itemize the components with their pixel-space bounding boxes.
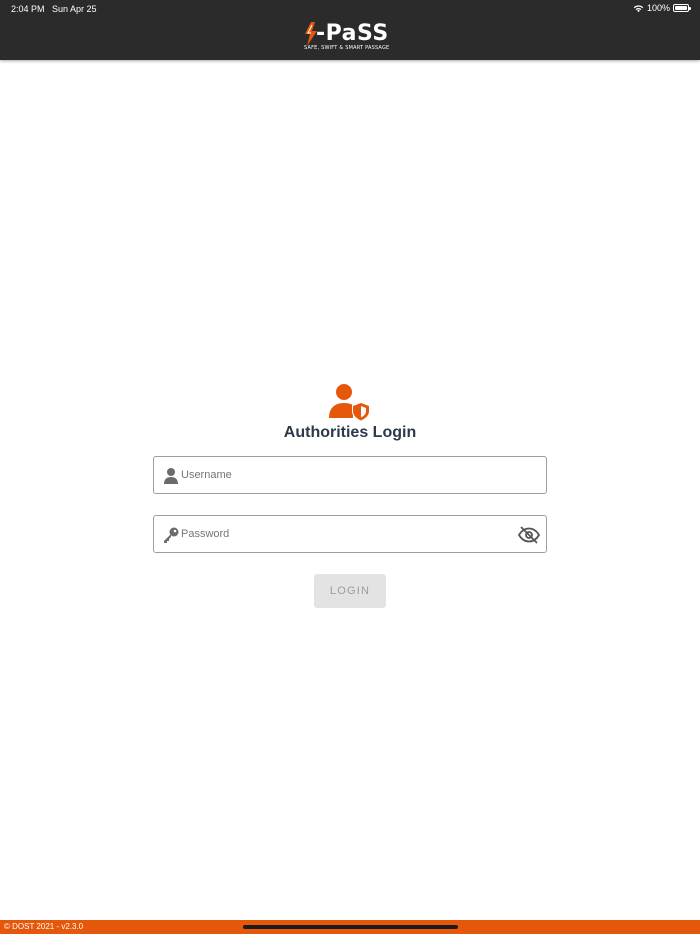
status-date: Sun Apr 25 [52, 4, 97, 14]
login-button[interactable]: LOGIN [314, 574, 386, 608]
username-field[interactable]: Username [153, 456, 547, 494]
eye-off-icon[interactable] [518, 526, 540, 544]
app-screen: 2:04 PM Sun Apr 25 100% -PaSS Safe, Swif… [0, 0, 700, 934]
username-placeholder: Username [181, 469, 232, 481]
password-placeholder: Password [181, 528, 230, 540]
spass-logo: -PaSS Safe, Swift & Smart Passage [302, 22, 398, 54]
login-title: Authorities Login [283, 424, 417, 441]
footer-copyright: © DOST 2021 - v2.3.0 [4, 922, 84, 931]
logo-tagline: Safe, Swift & Smart Passage [304, 45, 390, 51]
app-header: 2:04 PM Sun Apr 25 100% -PaSS Safe, Swif… [0, 0, 700, 60]
user-icon [164, 468, 178, 484]
logo-wordmark: -PaSS [316, 21, 389, 46]
home-indicator [243, 925, 458, 929]
password-field[interactable]: Password [153, 515, 547, 553]
battery-icon [673, 4, 691, 12]
battery-percent: 100% [646, 3, 670, 13]
user-shield-icon [329, 384, 370, 422]
key-icon [164, 527, 179, 543]
status-time: 2:04 PM [11, 4, 45, 14]
wifi-icon [633, 4, 644, 12]
status-right: 100% [633, 3, 691, 13]
status-bar: 2:04 PM Sun Apr 25 100% [0, 0, 700, 16]
